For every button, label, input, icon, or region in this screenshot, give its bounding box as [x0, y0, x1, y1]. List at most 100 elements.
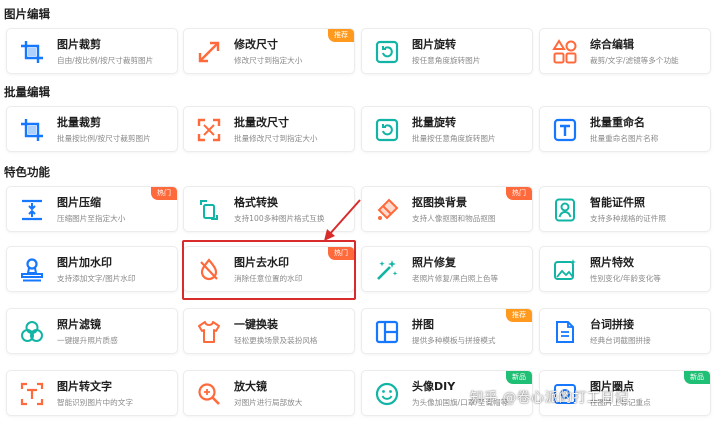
card-title: 批量旋转 — [412, 116, 456, 129]
badge-hot: 热门 — [151, 187, 177, 200]
card-title: 放大镜 — [234, 380, 267, 393]
card-subtitle: 对图片进行局部放大 — [234, 398, 303, 407]
badge-new: 新品 — [506, 371, 532, 384]
card-image-compress[interactable]: 图片压缩 压缩图片至指定大小 热门 — [6, 186, 178, 232]
card-subtitle: 按任意角度旋转图片 — [412, 56, 481, 65]
card-magnifier[interactable]: 放大镜 对图片进行局部放大 — [183, 370, 355, 416]
card-subtitle: 老照片修复/黑白照上色等 — [412, 274, 499, 283]
card-subtitle: 批量按任意角度旋转图片 — [412, 134, 496, 143]
card-resize[interactable]: 修改尺寸 修改尺寸到指定大小 推荐 — [183, 28, 355, 74]
card-puzzle[interactable]: 拼图 提供多种模板与拼接模式 推荐 — [361, 308, 533, 354]
card-title: 批量裁剪 — [57, 116, 101, 129]
card-title: 格式转换 — [234, 196, 278, 209]
document-icon — [548, 315, 582, 349]
card-title: 修改尺寸 — [234, 38, 278, 51]
card-title: 抠图换背景 — [412, 196, 467, 209]
card-image-crop[interactable]: 图片裁剪 自由/按比例/按尺寸裁剪图片 — [6, 28, 178, 74]
eraser-icon — [370, 193, 404, 227]
card-avatar-diy[interactable]: 头像DIY 为头像加国旗/口罩/圣诞帽等 新品 — [361, 370, 533, 416]
section-title-special: 特色功能 — [4, 165, 50, 179]
card-title: 批量重命名 — [590, 116, 645, 129]
smiley-icon — [370, 377, 404, 411]
water-drop-slash-icon — [192, 253, 226, 287]
card-subtitle: 批量重命名图片名称 — [590, 134, 659, 143]
card-remove-watermark[interactable]: 图片去水印 消除任意位置的水印 热门 — [183, 246, 355, 292]
tshirt-icon — [192, 315, 226, 349]
convert-icon — [192, 193, 226, 227]
card-subtitle: 在图片上标记重点 — [590, 398, 651, 407]
card-format-convert[interactable]: 格式转换 支持100多种图片格式互换 — [183, 186, 355, 232]
card-title: 批量改尺寸 — [234, 116, 289, 129]
card-subtitle: 批量修改尺寸到指定大小 — [234, 134, 318, 143]
card-subtitle: 裁剪/文字/滤镜等多个功能 — [590, 56, 679, 65]
card-title: 图片压缩 — [57, 196, 101, 209]
card-image-rotate[interactable]: 图片旋转 按任意角度旋转图片 — [361, 28, 533, 74]
magic-wand-icon — [370, 253, 404, 287]
text-t-icon — [548, 113, 582, 147]
image-sparkle-icon — [548, 253, 582, 287]
card-batch-rotate[interactable]: 批量旋转 批量按任意角度旋转图片 — [361, 106, 533, 152]
card-cutout-background[interactable]: 抠图换背景 支持人像抠图和物品抠图 热门 — [361, 186, 533, 232]
card-photo-repair[interactable]: 照片修复 老照片修复/黑白照上色等 — [361, 246, 533, 292]
portrait-icon — [548, 193, 582, 227]
text-scan-icon — [15, 377, 49, 411]
card-subtitle: 自由/按比例/按尺寸裁剪图片 — [57, 56, 154, 65]
card-subtitle: 支持人像抠图和物品抠图 — [412, 214, 496, 223]
card-subtitle: 支持添加文字/图片水印 — [57, 274, 136, 283]
crop-icon — [15, 113, 49, 147]
card-title: 图片裁剪 — [57, 38, 101, 51]
card-batch-resize[interactable]: 批量改尺寸 批量修改尺寸到指定大小 — [183, 106, 355, 152]
overlap-circles-icon — [15, 315, 49, 349]
section-title-image-edit: 图片编辑 — [4, 7, 50, 21]
card-image-to-text[interactable]: 图片转文字 智能识别图片中的文字 — [6, 370, 178, 416]
card-photo-effects[interactable]: 照片特效 性别变化/年龄变化等 — [539, 246, 711, 292]
card-subtitle: 修改尺寸到指定大小 — [234, 56, 303, 65]
card-subtitle: 支持100多种图片格式互换 — [234, 214, 325, 223]
card-title: 综合编辑 — [590, 38, 634, 51]
card-title: 照片滤镜 — [57, 318, 101, 331]
magnifier-icon — [192, 377, 226, 411]
card-combo-edit[interactable]: 综合编辑 裁剪/文字/滤镜等多个功能 — [539, 28, 711, 74]
badge-recommend: 推荐 — [328, 29, 354, 42]
card-title: 图片旋转 — [412, 38, 456, 51]
card-title: 图片加水印 — [57, 256, 112, 269]
card-title: 台词拼接 — [590, 318, 634, 331]
card-batch-crop[interactable]: 批量裁剪 批量按比例/按尺寸裁剪图片 — [6, 106, 178, 152]
crop-icon — [15, 35, 49, 69]
card-batch-rename[interactable]: 批量重命名 批量重命名图片名称 — [539, 106, 711, 152]
card-lines-stitch[interactable]: 台词拼接 经典台词截图拼接 — [539, 308, 711, 354]
badge-new: 新品 — [684, 371, 710, 384]
compress-icon — [15, 193, 49, 227]
card-title: 图片去水印 — [234, 256, 289, 269]
rotate-icon — [370, 113, 404, 147]
badge-hot: 热门 — [328, 247, 354, 260]
rotate-icon — [370, 35, 404, 69]
card-photo-filter[interactable]: 照片滤镜 一键提升照片质感 — [6, 308, 178, 354]
card-outfit-change[interactable]: 一键换装 轻松更换场景及装扮风格 — [183, 308, 355, 354]
card-subtitle: 支持多种规格的证件照 — [590, 214, 666, 223]
card-subtitle: 批量按比例/按尺寸裁剪图片 — [57, 134, 151, 143]
card-title: 智能证件照 — [590, 196, 645, 209]
card-subtitle: 消除任意位置的水印 — [234, 274, 303, 283]
card-title: 图片圈点 — [590, 380, 634, 393]
card-subtitle: 提供多种模板与拼接模式 — [412, 336, 496, 345]
card-subtitle: 性别变化/年龄变化等 — [590, 274, 661, 283]
shapes-icon — [548, 35, 582, 69]
card-title: 一键换装 — [234, 318, 278, 331]
grid-layout-icon — [370, 315, 404, 349]
resize-arrows-icon — [192, 35, 226, 69]
image-mark-icon — [548, 377, 582, 411]
card-subtitle: 压缩图片至指定大小 — [57, 214, 126, 223]
card-add-watermark[interactable]: 图片加水印 支持添加文字/图片水印 — [6, 246, 178, 292]
card-title: 照片特效 — [590, 256, 634, 269]
card-title: 图片转文字 — [57, 380, 112, 393]
card-image-marker[interactable]: 图片圈点 在图片上标记重点 新品 — [539, 370, 711, 416]
card-subtitle: 轻松更换场景及装扮风格 — [234, 336, 318, 345]
card-id-photo[interactable]: 智能证件照 支持多种规格的证件照 — [539, 186, 711, 232]
badge-hot: 热门 — [506, 187, 532, 200]
expand-icon — [192, 113, 226, 147]
card-subtitle: 为头像加国旗/口罩/圣诞帽等 — [412, 398, 509, 407]
card-title: 照片修复 — [412, 256, 456, 269]
card-subtitle: 一键提升照片质感 — [57, 336, 118, 345]
card-title: 头像DIY — [412, 380, 456, 393]
